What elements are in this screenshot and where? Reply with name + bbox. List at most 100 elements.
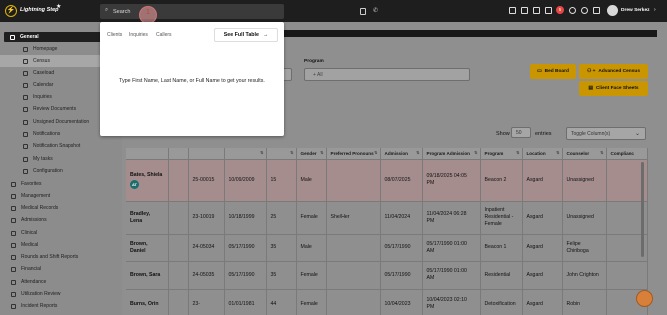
- global-search[interactable]: ⌕ ✆: [100, 4, 378, 19]
- phone-icon[interactable]: ✆: [373, 7, 378, 14]
- sidebar-item-label: Census: [33, 58, 50, 64]
- client-name-cell[interactable]: Brown, Sara: [126, 260, 169, 289]
- table-scrollbar[interactable]: [641, 162, 644, 257]
- table-row[interactable]: Bates, Shiela AT 25-00015 10/09/2009 15 M…: [126, 158, 648, 201]
- column-header-location[interactable]: Location ⇅: [522, 148, 563, 159]
- client-face-sheets-button[interactable]: ▤ Client Face Sheets: [579, 81, 648, 96]
- column-header-program[interactable]: Program ⇅: [480, 148, 523, 159]
- sidebar-item-label: Clinical: [21, 230, 38, 236]
- table-row[interactable]: Brown, Sara 24-05035 05/17/1990 35 Femal…: [126, 260, 648, 289]
- table-cell-counselor: John Crighton: [562, 260, 607, 289]
- sidebar-item-label: Rounds and Shift Reports: [21, 254, 79, 260]
- support-chat-icon[interactable]: [636, 290, 653, 307]
- table-row[interactable]: Burns, Orin 23- 01/01/1981 44 Female 10/…: [126, 288, 648, 315]
- tab-inquiries[interactable]: Inquiries: [129, 32, 148, 38]
- see-full-table-button[interactable]: See Full Table →: [214, 28, 278, 42]
- column-header-mr[interactable]: [188, 148, 225, 159]
- column-header-dob[interactable]: ⇅: [224, 148, 267, 159]
- sidebar-item-management[interactable]: Management: [0, 190, 122, 202]
- sidebar-item-label: Financial: [21, 266, 42, 272]
- sidebar-item-medical-records[interactable]: Medical Records: [0, 202, 122, 214]
- sort-icon[interactable]: ⇅: [474, 150, 477, 155]
- table-cell-dob: 05/17/1990: [224, 233, 267, 261]
- sidebar-item-admissions[interactable]: Admissions: [0, 214, 122, 226]
- table-cell-mr: 24-05034: [188, 233, 225, 261]
- sidebar-item-label: Unsigned Documentation: [33, 119, 90, 125]
- tab-callers[interactable]: Callers: [156, 32, 172, 38]
- table-cell-admission: 05/17/1990: [380, 233, 423, 261]
- heart-icon: [11, 181, 16, 187]
- broadcast-icon[interactable]: [509, 7, 516, 14]
- chevron-down-icon[interactable]: ›: [654, 7, 656, 13]
- column-header-program-admission[interactable]: Program Admission ⇅: [422, 148, 481, 159]
- sidebar-item-medical[interactable]: Medical: [0, 239, 122, 251]
- search-input[interactable]: [113, 7, 243, 16]
- sort-icon[interactable]: ⇅: [260, 150, 263, 155]
- lightning-logo-icon[interactable]: ⚡: [5, 5, 17, 17]
- sidebar-item-clinical[interactable]: Clinical: [0, 227, 122, 239]
- entries-select[interactable]: 50: [511, 127, 531, 138]
- advanced-census-button[interactable]: ⚇ + Advanced Census: [579, 64, 648, 79]
- column-header-compliance[interactable]: Complianc: [606, 148, 648, 159]
- sidebar-item-financial[interactable]: Financial: [0, 263, 122, 275]
- bell-icon: [23, 143, 28, 149]
- column-header-gender[interactable]: Gender ⇅: [296, 148, 327, 159]
- table-cell-gender: Female: [296, 288, 327, 315]
- sidebar-item-attendance[interactable]: Attendance: [0, 276, 122, 288]
- notification-badge[interactable]: 5: [556, 6, 564, 14]
- table-cell-compliance: [606, 260, 648, 289]
- sort-icon[interactable]: ⇅: [416, 150, 419, 155]
- user-name[interactable]: Drew Serkez: [621, 8, 650, 13]
- column-header-age[interactable]: ⇅: [266, 148, 297, 159]
- sidebar-item-my-tasks[interactable]: My tasks: [0, 153, 122, 165]
- document-icon: [23, 106, 28, 112]
- client-name-cell[interactable]: Brown, Daniel: [126, 233, 169, 261]
- chat-icon[interactable]: [545, 7, 552, 14]
- table-cell-counselor: Robin: [562, 288, 607, 315]
- table-cell-location: Asgard: [522, 233, 563, 261]
- program-filter-select[interactable]: + All: [304, 68, 470, 81]
- column-header-admission[interactable]: Admission ⇅: [380, 148, 423, 159]
- table-cell-pronouns: [326, 233, 381, 261]
- sidebar-item-incident-reports[interactable]: Incident Reports: [0, 300, 122, 312]
- sidebar-item-favorites[interactable]: Favorites: [0, 178, 122, 190]
- sidebar-item-label: Inquiries: [33, 94, 52, 100]
- sidebar-item-configuration[interactable]: Configuration: [0, 165, 122, 177]
- census-table: ⇅ ⇅ Gender ⇅ Preferred Pronouns ⇅ Admissio…: [126, 148, 648, 315]
- sort-icon[interactable]: ⇅: [374, 150, 377, 155]
- link-icon[interactable]: [593, 7, 600, 14]
- sidebar-item-notification-snapshot[interactable]: Notification Snapshot: [0, 140, 122, 152]
- sidebar-group-label: General: [20, 34, 39, 40]
- avatar[interactable]: [607, 5, 618, 16]
- sidebar-item-label: Attendance: [21, 279, 47, 285]
- table-cell-dob: 01/01/1981: [224, 288, 267, 315]
- star-icon[interactable]: ★: [56, 3, 61, 10]
- table-cell-blank: [168, 158, 189, 201]
- bell-icon[interactable]: [569, 7, 576, 14]
- sort-icon[interactable]: ⇅: [556, 150, 559, 155]
- column-header-name[interactable]: [126, 148, 169, 159]
- tab-clients[interactable]: Clients: [107, 32, 122, 38]
- client-name-cell[interactable]: Bradley, Lena: [126, 200, 169, 234]
- sidebar-item-label: Medical Records: [21, 205, 59, 211]
- sort-icon[interactable]: ⇅: [600, 150, 603, 155]
- calendar-icon[interactable]: [521, 7, 528, 14]
- client-name-cell[interactable]: Bates, Shiela AT: [126, 158, 169, 201]
- toggle-columns-select[interactable]: Toggle Column(s) ⌄: [566, 127, 646, 140]
- sort-icon[interactable]: ⇅: [516, 150, 519, 155]
- client-name-cell[interactable]: Burns, Orin: [126, 288, 169, 315]
- sort-icon[interactable]: ⇅: [290, 150, 293, 155]
- calculator-icon[interactable]: [360, 8, 366, 15]
- sidebar-item-utilization-review[interactable]: Utilization Review: [0, 288, 122, 300]
- bed-board-button[interactable]: ▭ Bed Board: [530, 64, 576, 79]
- column-header-pronouns[interactable]: Preferred Pronouns ⇅: [326, 148, 381, 159]
- table-cell-mr: 25-00015: [188, 158, 225, 201]
- table-row[interactable]: Brown, Daniel 24-05034 05/17/1990 35 Mal…: [126, 233, 648, 261]
- sort-icon[interactable]: ⇅: [320, 150, 323, 155]
- column-header-counselor[interactable]: Counselor ⇅: [562, 148, 607, 159]
- help-icon[interactable]: [581, 7, 588, 14]
- sidebar-item-rounds-and-shift-reports[interactable]: Rounds and Shift Reports: [0, 251, 122, 263]
- table-row[interactable]: Bradley, Lena 23-10019 10/18/1999 25 Fem…: [126, 200, 648, 234]
- search-results-dropdown: Clients Inquiries Callers See Full Table…: [100, 22, 284, 136]
- message-icon[interactable]: [533, 7, 540, 14]
